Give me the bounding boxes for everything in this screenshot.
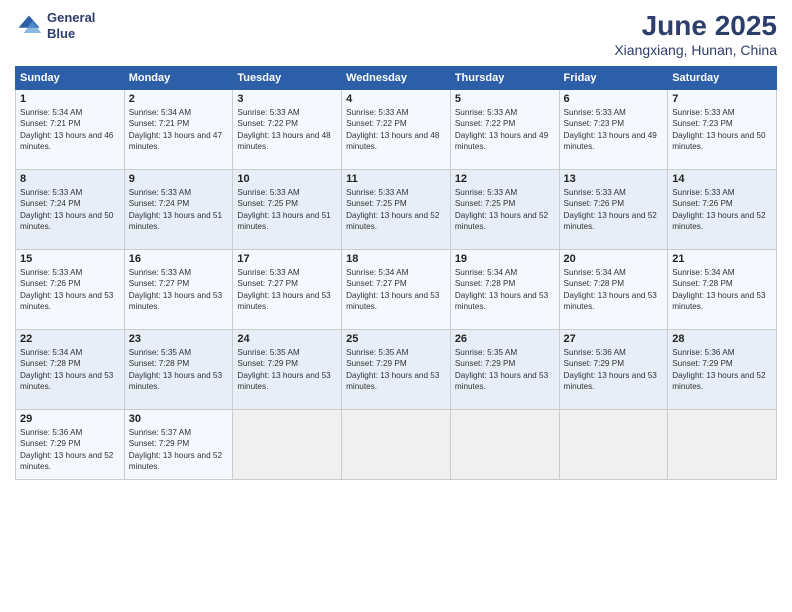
logo-icon xyxy=(15,12,43,40)
table-row: 22Sunrise: 5:34 AMSunset: 7:28 PMDayligh… xyxy=(16,330,125,410)
table-row: 15Sunrise: 5:33 AMSunset: 7:26 PMDayligh… xyxy=(16,250,125,330)
table-row: 30Sunrise: 5:37 AMSunset: 7:29 PMDayligh… xyxy=(124,410,233,480)
weekday-header-row: Sunday Monday Tuesday Wednesday Thursday… xyxy=(16,67,777,90)
table-row: 24Sunrise: 5:35 AMSunset: 7:29 PMDayligh… xyxy=(233,330,342,410)
table-row: 23Sunrise: 5:35 AMSunset: 7:28 PMDayligh… xyxy=(124,330,233,410)
table-row: 20Sunrise: 5:34 AMSunset: 7:28 PMDayligh… xyxy=(559,250,668,330)
month-title: June 2025 xyxy=(614,10,777,42)
header-sunday: Sunday xyxy=(16,67,125,90)
table-row: 28Sunrise: 5:36 AMSunset: 7:29 PMDayligh… xyxy=(668,330,777,410)
table-row xyxy=(559,410,668,480)
logo-text: General Blue xyxy=(47,10,95,41)
table-row: 11Sunrise: 5:33 AMSunset: 7:25 PMDayligh… xyxy=(342,170,451,250)
table-row: 2Sunrise: 5:34 AMSunset: 7:21 PMDaylight… xyxy=(124,90,233,170)
table-row xyxy=(233,410,342,480)
table-row: 26Sunrise: 5:35 AMSunset: 7:29 PMDayligh… xyxy=(450,330,559,410)
location: Xiangxiang, Hunan, China xyxy=(614,42,777,58)
header-monday: Monday xyxy=(124,67,233,90)
table-row: 6Sunrise: 5:33 AMSunset: 7:23 PMDaylight… xyxy=(559,90,668,170)
header-friday: Friday xyxy=(559,67,668,90)
table-row xyxy=(342,410,451,480)
calendar-table: Sunday Monday Tuesday Wednesday Thursday… xyxy=(15,66,777,480)
table-row: 8Sunrise: 5:33 AMSunset: 7:24 PMDaylight… xyxy=(16,170,125,250)
title-block: June 2025 Xiangxiang, Hunan, China xyxy=(614,10,777,58)
table-row: 21Sunrise: 5:34 AMSunset: 7:28 PMDayligh… xyxy=(668,250,777,330)
table-row: 19Sunrise: 5:34 AMSunset: 7:28 PMDayligh… xyxy=(450,250,559,330)
table-row: 29Sunrise: 5:36 AMSunset: 7:29 PMDayligh… xyxy=(16,410,125,480)
table-row: 25Sunrise: 5:35 AMSunset: 7:29 PMDayligh… xyxy=(342,330,451,410)
table-row: 1Sunrise: 5:34 AMSunset: 7:21 PMDaylight… xyxy=(16,90,125,170)
header-saturday: Saturday xyxy=(668,67,777,90)
table-row: 3Sunrise: 5:33 AMSunset: 7:22 PMDaylight… xyxy=(233,90,342,170)
header-thursday: Thursday xyxy=(450,67,559,90)
table-row: 4Sunrise: 5:33 AMSunset: 7:22 PMDaylight… xyxy=(342,90,451,170)
table-row: 13Sunrise: 5:33 AMSunset: 7:26 PMDayligh… xyxy=(559,170,668,250)
table-row: 9Sunrise: 5:33 AMSunset: 7:24 PMDaylight… xyxy=(124,170,233,250)
table-row: 18Sunrise: 5:34 AMSunset: 7:27 PMDayligh… xyxy=(342,250,451,330)
table-row: 12Sunrise: 5:33 AMSunset: 7:25 PMDayligh… xyxy=(450,170,559,250)
header-tuesday: Tuesday xyxy=(233,67,342,90)
table-row: 17Sunrise: 5:33 AMSunset: 7:27 PMDayligh… xyxy=(233,250,342,330)
table-row: 27Sunrise: 5:36 AMSunset: 7:29 PMDayligh… xyxy=(559,330,668,410)
table-row: 14Sunrise: 5:33 AMSunset: 7:26 PMDayligh… xyxy=(668,170,777,250)
table-row xyxy=(450,410,559,480)
logo: General Blue xyxy=(15,10,95,41)
table-row: 5Sunrise: 5:33 AMSunset: 7:22 PMDaylight… xyxy=(450,90,559,170)
table-row: 10Sunrise: 5:33 AMSunset: 7:25 PMDayligh… xyxy=(233,170,342,250)
page: General Blue June 2025 Xiangxiang, Hunan… xyxy=(0,0,792,612)
table-row: 16Sunrise: 5:33 AMSunset: 7:27 PMDayligh… xyxy=(124,250,233,330)
table-row: 7Sunrise: 5:33 AMSunset: 7:23 PMDaylight… xyxy=(668,90,777,170)
header: General Blue June 2025 Xiangxiang, Hunan… xyxy=(15,10,777,58)
table-row xyxy=(668,410,777,480)
header-wednesday: Wednesday xyxy=(342,67,451,90)
